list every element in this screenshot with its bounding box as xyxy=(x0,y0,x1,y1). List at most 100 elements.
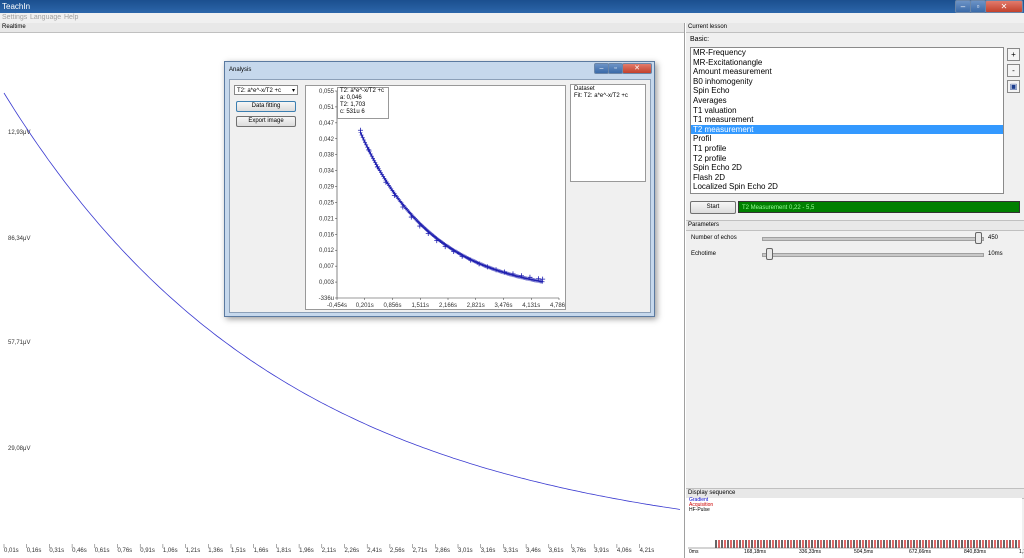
x-tick-label: 0,46s xyxy=(72,548,87,554)
fit-function-select[interactable]: T2: a*e^-x/T2 +c ▾ xyxy=(234,85,298,95)
x-tick-label: 4,06s xyxy=(616,548,632,554)
fit-curve xyxy=(359,132,543,283)
lesson-item[interactable]: T1 profile xyxy=(691,144,1003,154)
lesson-header: Current lesson xyxy=(686,23,1024,33)
fit-info-t2: T2: 1,703 xyxy=(340,102,366,108)
x-tick-label: 1,21s xyxy=(185,548,201,554)
y-tick-label: 0,021 xyxy=(319,216,335,222)
dialog-minimize-button[interactable]: – xyxy=(594,63,609,74)
lesson-item[interactable]: B0 inhomogenity xyxy=(691,77,1003,87)
x-tick-label: 3,31s xyxy=(503,548,519,554)
echotime-slider-track[interactable] xyxy=(762,253,984,257)
dataset-box: Dataset Fit: T2: a*e^-x/T2 +c xyxy=(570,84,646,182)
lesson-item[interactable]: Spin Echo xyxy=(691,86,1003,96)
lesson-item[interactable]: Amount measurement xyxy=(691,67,1003,77)
x-tick-label: 3,91s xyxy=(594,548,609,554)
x-tick-label: 4,21s xyxy=(639,548,655,554)
lesson-item[interactable]: MR-Excitationangle xyxy=(691,58,1003,68)
close-button[interactable]: ✕ xyxy=(985,0,1023,13)
export-image-button[interactable]: Export image xyxy=(236,116,296,127)
x-tick-label: 2,166s xyxy=(439,303,457,309)
analysis-dialog: Analysis – ▫ ✕ T2: a*e^-x/T2 +c ▾ Data f… xyxy=(224,61,655,317)
basic-label: Basic: xyxy=(690,36,710,43)
dataset-entry[interactable]: Fit: T2: a*e^-x/T2 +c xyxy=(571,93,645,99)
dataset-panel: Dataset Fit: T2: a*e^-x/T2 +c xyxy=(569,82,646,308)
x-tick-label: 2,41s xyxy=(367,548,382,554)
remove-lesson-button[interactable]: - xyxy=(1007,64,1020,77)
sequence-axis-label: 168,18ms xyxy=(744,549,766,555)
dialog-maximize-button[interactable]: ▫ xyxy=(608,63,623,74)
fit-chart: -336u 0,003 0,007 0,012 0,016 0,021 0,025 0,029… xyxy=(319,89,568,309)
x-tick-label: 0,91s xyxy=(140,548,155,554)
chevron-down-icon: ▾ xyxy=(291,88,295,94)
y-tick-label: 0,007 xyxy=(319,264,335,270)
lesson-list[interactable]: MR-Frequency MR-Excitationangle Amount mea… xyxy=(690,47,1004,194)
analysis-plot: -336u 0,003 0,007 0,012 0,016 0,021 0,025 0,029… xyxy=(305,85,568,310)
lesson-item[interactable]: Localized Spin Echo 2D xyxy=(691,182,1003,192)
lesson-item[interactable]: T1 valuation xyxy=(691,106,1003,116)
lesson-item[interactable]: Flash 2D xyxy=(691,173,1003,183)
x-tick-label: 3,76s xyxy=(571,548,587,554)
sequence-axis-label: 840,83ms xyxy=(964,549,986,555)
analysis-body: T2: a*e^-x/T2 +c ▾ Data fitting Export i… xyxy=(229,79,651,313)
y-tick-label: 0,034 xyxy=(319,169,335,175)
x-tick-label: 1,66s xyxy=(253,548,269,554)
x-tick-label: 1,51s xyxy=(231,548,246,554)
window-title: TeachIn xyxy=(2,2,31,11)
data-fitting-button[interactable]: Data fitting xyxy=(236,101,296,112)
x-tick-label: 3,476s xyxy=(494,303,512,309)
x-tick-label: 2,26s xyxy=(344,548,360,554)
menu-language[interactable]: Language xyxy=(30,14,61,21)
dialog-close-button[interactable]: ✕ xyxy=(622,63,652,74)
x-tick-label: 3,46s xyxy=(526,548,541,554)
dataset-title: Dataset xyxy=(574,86,595,92)
fit-info-box: T2: a*e^-x/T2 +c a: 0,046 T2: 1,703 c: 5… xyxy=(337,87,389,119)
y-tick-label: -336u xyxy=(319,296,334,302)
lesson-item[interactable]: T2 profile xyxy=(691,154,1003,164)
x-tick-label: 2,56s xyxy=(389,548,405,554)
param-label-echotime: Echotime xyxy=(691,251,717,257)
x-tick-label: -0,454s xyxy=(327,303,347,309)
x-tick-label: 2,71s xyxy=(412,548,428,554)
x-tick-label: 0,856s xyxy=(383,303,401,309)
x-tick-label: 0,16s xyxy=(26,548,42,554)
echos-slider-track[interactable] xyxy=(762,237,984,241)
x-tick-label: 2,86s xyxy=(435,548,450,554)
x-tick-label: 0,01s xyxy=(4,548,19,554)
lesson-item[interactable]: T1 measurement xyxy=(691,115,1003,125)
maximize-button[interactable]: ▫ xyxy=(970,0,986,13)
x-tick-label: 2,11s xyxy=(321,548,337,554)
save-icon[interactable]: ▣ xyxy=(1007,80,1020,93)
lesson-item[interactable]: Spin Echo 2D xyxy=(691,163,1003,173)
lesson-item[interactable]: T2 measurement xyxy=(691,124,1003,135)
x-tick-label: 3,01s xyxy=(458,548,473,554)
param-value-echotime: 10ms xyxy=(988,251,1003,257)
y-label-1: 12,93μV xyxy=(8,130,31,136)
lesson-item[interactable]: Averages xyxy=(691,96,1003,106)
analysis-title: Analysis xyxy=(229,67,252,73)
echotime-slider-thumb[interactable] xyxy=(765,248,773,260)
y-tick-label: 0,025 xyxy=(319,200,335,206)
lesson-item[interactable]: MR-Frequency xyxy=(691,48,1003,58)
x-tick-label: 1,06s xyxy=(162,548,178,554)
x-tick-label: 0,76s xyxy=(117,548,133,554)
add-lesson-button[interactable]: + xyxy=(1007,48,1020,61)
lesson-item[interactable]: Profil xyxy=(691,134,1003,144)
echos-slider-thumb[interactable] xyxy=(974,232,982,244)
y-label-3: 57,71μV xyxy=(8,340,31,346)
menu-help[interactable]: Help xyxy=(64,14,78,21)
minimize-button[interactable]: – xyxy=(955,0,971,13)
x-tick-label: 0,31s xyxy=(49,548,65,554)
fit-info-c: c: 531u 6 xyxy=(340,109,365,115)
start-button[interactable]: Start xyxy=(690,201,736,214)
fit-function-value: T2: a*e^-x/T2 +c xyxy=(237,88,281,94)
fit-info-formula: T2: a*e^-x/T2 +c xyxy=(340,88,384,94)
x-tick-label: 3,16s xyxy=(480,548,496,554)
x-tick-label: 4,131s xyxy=(522,303,540,309)
x-tick-label: 1,36s xyxy=(208,548,223,554)
sequence-axis-label: 0ms xyxy=(689,549,699,555)
y-tick-label: 0,038 xyxy=(319,153,335,159)
menu-settings[interactable]: Settings xyxy=(2,14,27,21)
right-panel: Current lesson Basic: MR-Frequency MR-Exc… xyxy=(686,23,1024,558)
data-point xyxy=(357,127,363,133)
